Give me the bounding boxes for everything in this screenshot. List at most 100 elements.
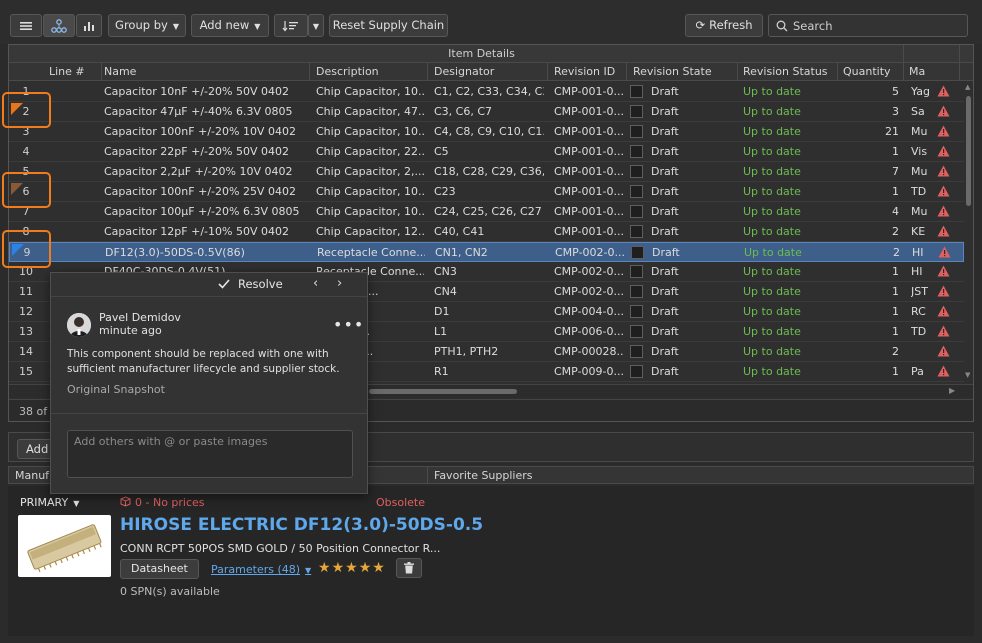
column-header-revision-state[interactable]: Revision State <box>633 65 733 78</box>
revision-state-checkbox[interactable] <box>630 185 643 198</box>
table-row[interactable]: 2 Capacitor 47µF +/-40% 6.3V 0805 Chip Cap… <box>9 102 964 122</box>
table-row[interactable]: 1 Capacitor 10nF +/-20% 50V 0402 Chip Capa… <box>9 82 964 102</box>
revision-state-checkbox[interactable] <box>630 285 643 298</box>
manufacturer-part-title[interactable]: HIROSE ELECTRIC DF12(3.0)-50DS-0.5 <box>120 515 483 535</box>
warning-icon[interactable] <box>937 165 950 177</box>
name-cell: Capacitor 100nF +/-20% 25V 0402 <box>104 185 296 198</box>
resolve-button[interactable]: Resolve <box>218 277 283 291</box>
vertical-scroll-thumb[interactable] <box>966 96 971 206</box>
warning-icon[interactable] <box>937 125 950 137</box>
more-options-icon[interactable]: ••• <box>333 315 364 334</box>
warning-icon[interactable] <box>937 305 950 317</box>
star-icon[interactable]: ★ <box>345 560 359 576</box>
reply-input[interactable] <box>67 430 353 478</box>
star-icon[interactable]: ★ <box>359 560 373 576</box>
column-header-designator[interactable]: Designator <box>434 65 544 78</box>
chart-view-button[interactable] <box>76 14 102 37</box>
search-box[interactable] <box>768 14 968 37</box>
description-cell: Receptacle Conne... <box>317 246 425 259</box>
revision-state-checkbox[interactable] <box>630 265 643 278</box>
tree-view-button[interactable] <box>43 14 75 37</box>
column-header-description[interactable]: Description <box>316 65 426 78</box>
warning-icon[interactable] <box>937 285 950 297</box>
primary-dropdown[interactable]: PRIMARY ▼ <box>20 496 79 509</box>
designator-cell: D1 <box>434 305 450 318</box>
reset-supply-chain-button[interactable]: Reset Supply Chain <box>329 14 448 37</box>
scroll-down-icon[interactable]: ▼ <box>965 371 970 379</box>
column-header-revision-id[interactable]: Revision ID <box>554 65 624 78</box>
warning-icon[interactable] <box>937 325 950 337</box>
refresh-button[interactable]: ⟳ Refresh <box>685 14 763 37</box>
warning-icon[interactable] <box>937 265 950 277</box>
add-new-dropdown[interactable]: Add new ▼ <box>191 14 269 37</box>
quantity-cell: 2 <box>892 225 899 238</box>
warning-icon[interactable] <box>937 205 950 217</box>
column-header-revision-status[interactable]: Revision Status <box>743 65 838 78</box>
parameters-link[interactable]: Parameters (48) ▼ <box>211 563 311 576</box>
warning-icon[interactable] <box>937 105 950 117</box>
warning-icon[interactable] <box>938 246 951 258</box>
warning-icon[interactable] <box>937 145 950 157</box>
column-header-manufacturer[interactable]: Ma <box>909 65 949 78</box>
warning-icon[interactable] <box>937 225 950 237</box>
table-row[interactable]: 9 DF12(3.0)-50DS-0.5V(86) Receptacle Conne… <box>9 242 964 262</box>
warning-icon[interactable] <box>937 85 950 97</box>
revision-state-checkbox[interactable] <box>630 105 643 118</box>
revision-state-checkbox[interactable] <box>630 365 643 378</box>
name-cell: Capacitor 100nF +/-20% 10V 0402 <box>104 125 296 138</box>
warning-icon[interactable] <box>937 345 950 357</box>
revision-state-checkbox[interactable] <box>630 165 643 178</box>
revision-state-checkbox[interactable] <box>630 325 643 338</box>
revision-state-checkbox[interactable] <box>630 205 643 218</box>
toolbar: Group by ▼ Add new ▼ ▼ Reset Supply Chain … <box>0 0 982 44</box>
designator-cell: CN1, CN2 <box>435 246 488 259</box>
revision-state-checkbox[interactable] <box>631 246 644 259</box>
table-row[interactable]: 6 Capacitor 100nF +/-20% 25V 0402 Chip Cap… <box>9 182 964 202</box>
table-row[interactable]: 8 Capacitor 12pF +/-10% 50V 0402 Chip Capa… <box>9 222 964 242</box>
previous-comment-icon[interactable]: ‹ <box>313 276 318 291</box>
column-header-line[interactable]: Line # <box>49 65 101 78</box>
original-snapshot-link[interactable]: Original Snapshot <box>67 383 165 396</box>
column-header-favorite-suppliers[interactable]: Favorite Suppliers <box>434 469 533 482</box>
revision-state-checkbox[interactable] <box>630 85 643 98</box>
table-row[interactable]: 5 Capacitor 2,2µF +/-20% 10V 0402 Chip Cap… <box>9 162 964 182</box>
table-row[interactable]: 4 Capacitor 22pF +/-20% 50V 0402 Chip Capa… <box>9 142 964 162</box>
group-by-dropdown[interactable]: Group by ▼ <box>108 14 186 37</box>
revision-state-checkbox[interactable] <box>630 145 643 158</box>
search-input[interactable] <box>793 17 963 34</box>
sort-options-dropdown[interactable]: ▼ <box>308 14 324 37</box>
revision-state-checkbox[interactable] <box>630 225 643 238</box>
delete-button[interactable] <box>396 558 422 578</box>
quantity-cell: 2 <box>893 246 900 259</box>
warning-icon[interactable] <box>937 365 950 377</box>
revision-state-checkbox[interactable] <box>630 345 643 358</box>
star-icon[interactable]: ★ <box>318 560 332 576</box>
vertical-scrollbar[interactable]: ▲ ▼ <box>964 82 973 382</box>
designator-cell: CN3 <box>434 265 457 278</box>
table-row[interactable]: 3 Capacitor 100nF +/-20% 10V 0402 Chip Cap… <box>9 122 964 142</box>
scroll-right-icon[interactable]: ▶ <box>949 386 955 395</box>
parameters-label: Parameters (48) <box>211 563 301 576</box>
table-row[interactable]: 7 Capacitor 100µF +/-20% 6.3V 0805 Chip Ca… <box>9 202 964 222</box>
revision-state-checkbox[interactable] <box>630 305 643 318</box>
datasheet-button[interactable]: Datasheet <box>120 559 199 579</box>
list-view-button[interactable] <box>10 14 42 37</box>
manufacturer-cell: TD <box>911 325 927 338</box>
scroll-up-icon[interactable]: ▲ <box>965 83 970 91</box>
star-icon[interactable]: ★ <box>372 560 386 576</box>
column-header-quantity[interactable]: Quantity <box>843 65 903 78</box>
warning-icon[interactable] <box>937 185 950 197</box>
column-header-manufacturer[interactable]: Manuf <box>15 469 49 482</box>
rating-stars[interactable]: ★★★★★ <box>318 560 386 576</box>
sort-button[interactable] <box>274 14 308 37</box>
star-icon[interactable]: ★ <box>332 560 346 576</box>
list-icon <box>20 22 32 30</box>
comment-body: This component should be replaced with o… <box>67 348 340 375</box>
revision-status-cell: Up to date <box>743 345 801 358</box>
next-comment-icon[interactable]: › <box>337 276 342 291</box>
revision-state-checkbox[interactable] <box>630 125 643 138</box>
name-cell: DF12(3.0)-50DS-0.5V(86) <box>105 246 245 259</box>
horizontal-scroll-thumb[interactable] <box>369 389 517 394</box>
column-header-name[interactable]: Name <box>104 65 304 78</box>
name-cell: Capacitor 12pF +/-10% 50V 0402 <box>104 225 289 238</box>
